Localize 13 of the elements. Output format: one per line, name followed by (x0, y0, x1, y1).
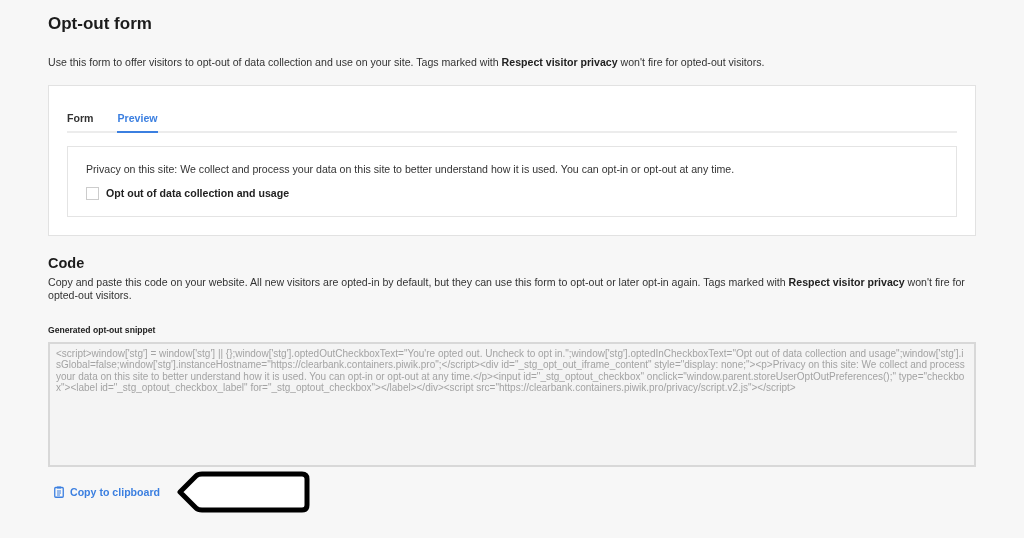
code-description: Copy and paste this code on your website. All new visitors are opted-in by default, but they can use this form to opt-out or later opt-in again. Tags marked with Respect visitor privacy won't fire for opted-out visitors. (48, 275, 966, 303)
checkbox[interactable] (86, 186, 99, 200)
privacy-text: Privacy on this site: We collect and process your data on this site to better understand how it is used. You can opt-in or opt-out at any time. (86, 162, 736, 175)
field-label: Generated opt-out snippet (48, 324, 157, 335)
snippet-field[interactable]: <script>window['stg'] = window['stg'] || {};window['stg'].optedOutCheckboxText="You're opted out. Uncheck to opt in.";window['stg'].optedInCheckboxText="Opt out of data collection and usage";window['stg'].isGlobal=false;window['stg'].instanceHostname="https://clearbank.containers.piwik.pro";</script><div id="_stg_opt_out_iframe_content" style="display: none;"><p>Privacy on this site: We collect and process your data on this site to better understand how it is used. You can opt-in or opt-out at any time.</p><input id="_stg_optout_checkbox" onclick="window.parent.storeUserOptOutPreferences();" type="checkbox"><label id="_stg_optout_checkbox_label" for="_stg_optout_checkbox"></label></div><script src="https://clearbank.containers.piwik.pro/privacy/script.v2.js"></script> (48, 341, 976, 467)
tab[interactable]: Preview (117, 105, 158, 133)
tab[interactable]: Form (67, 105, 94, 133)
section-heading: Code (48, 254, 86, 271)
copy-button[interactable]: Copy to clipboard (48, 477, 167, 506)
clipboard-icon (54, 485, 64, 498)
checkbox-label: Opt out of data collection and usage (106, 187, 290, 199)
intro-text: Use this form to offer visitors to opt-out of data collection and use on your site. Tags marked with Respect visitor privacy won't fire for opted-out visitors. (48, 56, 766, 70)
page-title: Opt-out form (48, 14, 153, 34)
